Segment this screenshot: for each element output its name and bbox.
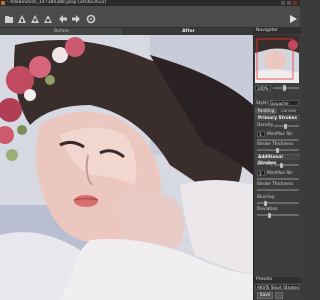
stroke-thickness-handle[interactable]	[276, 147, 279, 153]
blurring-handle[interactable]	[264, 200, 267, 206]
image-canvas[interactable]	[0, 35, 253, 300]
minmax-field[interactable]: 1	[257, 131, 265, 137]
deviation-handle[interactable]	[268, 212, 271, 218]
app-icon	[1, 1, 5, 5]
density2-label: Density	[257, 162, 274, 167]
blurring-label: Blurring	[257, 195, 274, 200]
deviation-label: Deviation	[257, 207, 278, 212]
presets-title: Presets	[254, 277, 301, 283]
preset-select[interactable]: AKVIS Short Strokes	[255, 284, 300, 290]
tab-after[interactable]: After	[124, 28, 253, 35]
navigator-thumbnail[interactable]	[255, 35, 299, 83]
view-tabs: Before After	[0, 28, 253, 35]
open-icon[interactable]	[4, 14, 14, 24]
zoom-field[interactable]: 100%	[255, 85, 271, 91]
stroke-thickness2-label: Stroke Thickness	[257, 182, 294, 187]
minimize-icon[interactable]	[281, 1, 285, 5]
painted-portrait	[0, 35, 253, 300]
density-label: Density	[257, 123, 274, 128]
settings-panel: Navigator 100% Style: Gouache Painting C…	[253, 28, 301, 300]
navigator-title: Navigator	[254, 28, 301, 34]
tab-before[interactable]: Before	[0, 28, 124, 35]
toolbar	[0, 6, 300, 28]
tab-painting[interactable]: Painting	[255, 108, 277, 114]
close-icon[interactable]	[293, 1, 297, 5]
tab-canvas[interactable]: Canvas	[277, 108, 300, 114]
undo-icon[interactable]	[58, 14, 68, 24]
share-icon[interactable]	[43, 14, 53, 24]
minmax-label: Min/Max Str	[267, 131, 293, 137]
stroke-thickness-label: Stroke Thickness	[257, 142, 294, 147]
panel-subtabs: Painting Canvas	[255, 108, 300, 114]
primary-strokes-header[interactable]: Primary Strokes	[255, 115, 300, 121]
redo-icon[interactable]	[71, 14, 81, 24]
additional-strokes-header[interactable]: Additional Strokes	[255, 154, 300, 166]
save-icon[interactable]	[17, 14, 27, 24]
deviation-slider[interactable]	[257, 214, 299, 216]
print-icon[interactable]	[30, 14, 40, 24]
minmax-slider[interactable]	[257, 139, 299, 141]
run-icon[interactable]	[288, 14, 298, 24]
density-slider-handle[interactable]	[284, 123, 287, 129]
minmax2-label: Min/Max Str	[267, 170, 293, 176]
maximize-icon[interactable]	[287, 1, 291, 5]
zoom-slider[interactable]	[273, 87, 299, 89]
density2-slider-handle[interactable]	[280, 162, 283, 168]
zoom-control: 100%	[255, 85, 300, 92]
zoom-slider-handle[interactable]	[283, 85, 286, 91]
stroke-thickness2-slider[interactable]	[257, 189, 299, 191]
style-select[interactable]: Gouache	[268, 100, 299, 106]
minmax2-field[interactable]: 1	[257, 170, 265, 176]
save-preset-button[interactable]: Save	[257, 292, 273, 299]
settings-icon[interactable]	[86, 14, 96, 24]
density2-slider[interactable]	[274, 164, 299, 166]
delete-preset-button[interactable]	[275, 292, 283, 299]
style-label: Style:	[256, 101, 269, 106]
minmax2-slider[interactable]	[257, 178, 299, 180]
